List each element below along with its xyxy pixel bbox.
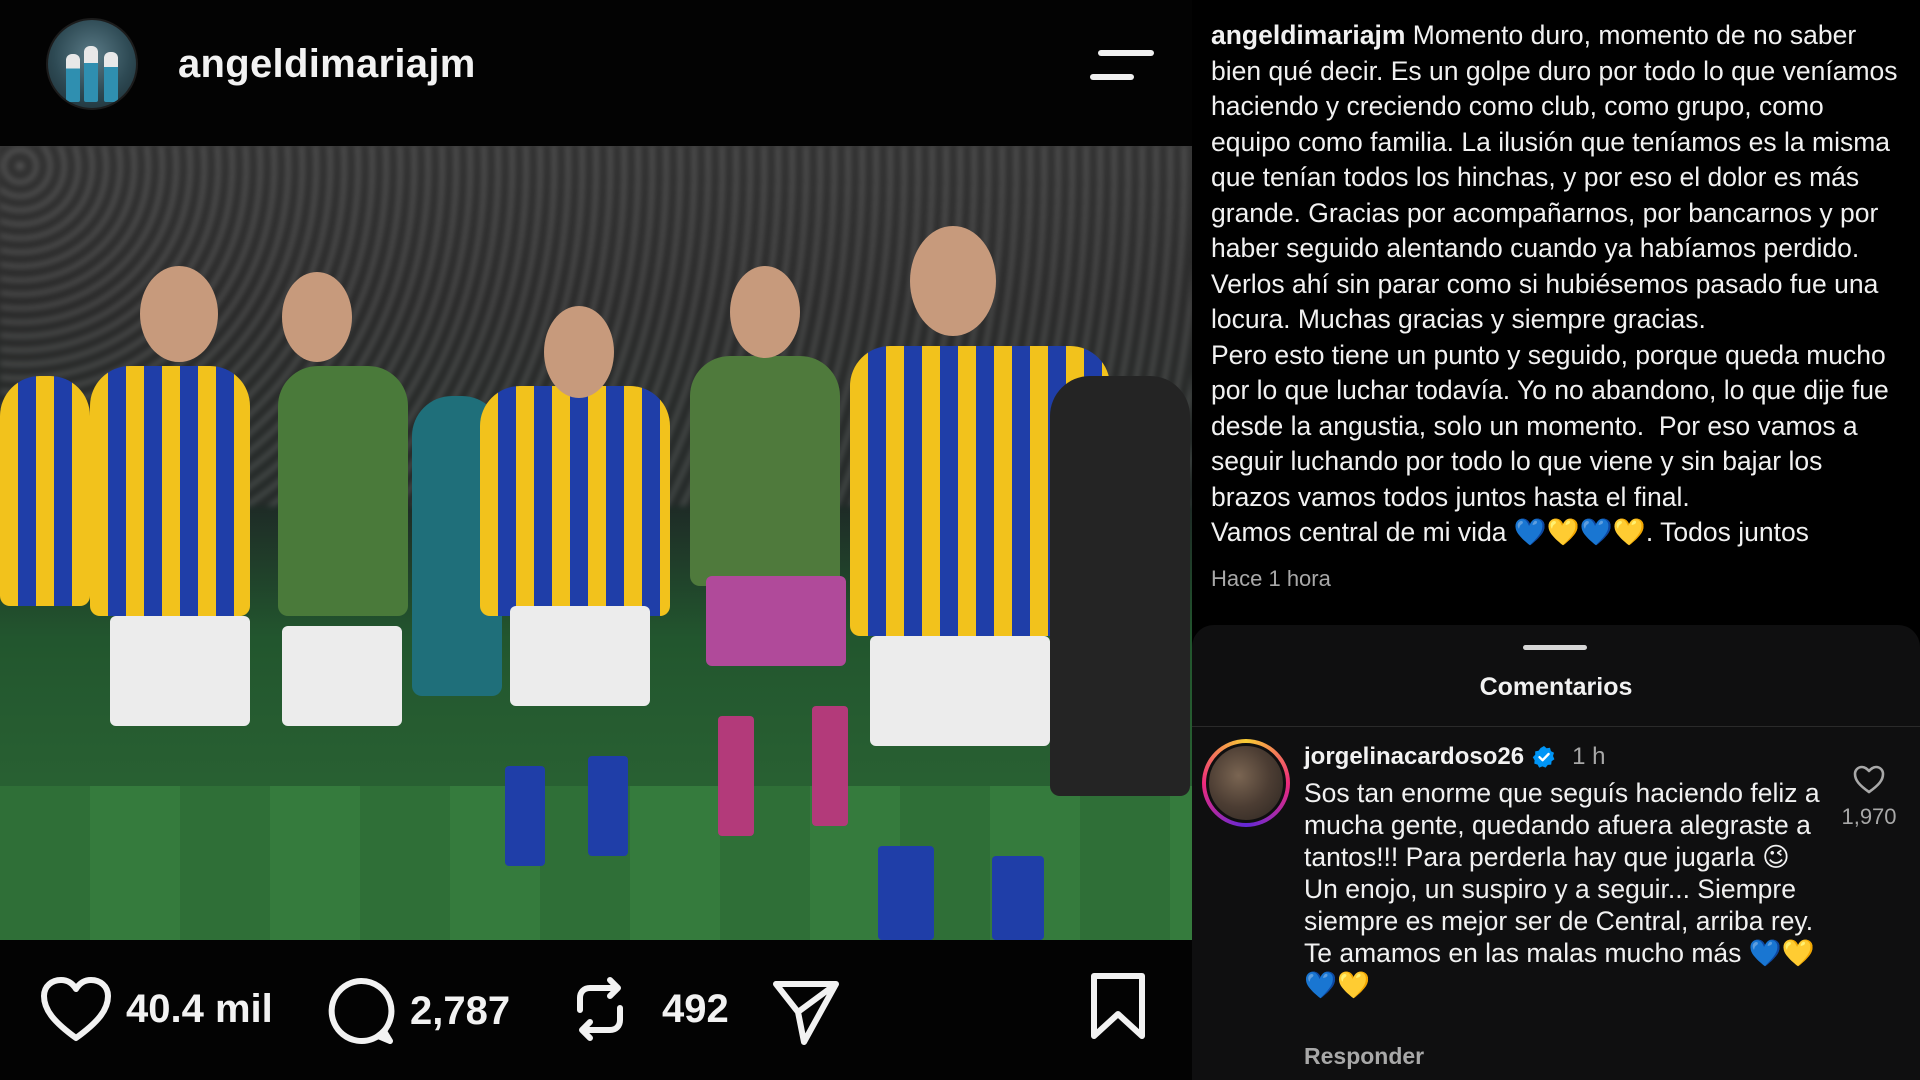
share-button[interactable]	[770, 976, 842, 1046]
avatar-figure	[104, 52, 118, 102]
photo-player-head	[730, 266, 800, 358]
photo-player	[480, 386, 670, 616]
post-panel: angeldimariajm 40.4 mil 2,787 492	[0, 0, 1192, 1080]
avatar-figure	[84, 46, 98, 102]
comments-sheet: Comentarios jorgelinacardoso26 1 h Sos t…	[1192, 625, 1920, 1080]
like-button[interactable]: 40.4 mil	[40, 976, 273, 1042]
photo-player-head	[544, 306, 614, 398]
repost-icon	[577, 977, 623, 1041]
repost-button[interactable]: 492	[570, 976, 729, 1042]
caption-body: Momento duro, momento de no saber bien q…	[1211, 20, 1898, 547]
photo-player-socks	[718, 716, 754, 836]
post-author-avatar[interactable]	[46, 18, 138, 110]
menu-icon[interactable]	[1090, 46, 1154, 84]
photo-player-shorts	[110, 616, 250, 726]
sheet-drag-handle[interactable]	[1523, 645, 1587, 650]
comment-heart-icon	[1853, 765, 1885, 794]
photo-player-socks	[505, 766, 545, 866]
photo-player-socks	[812, 706, 848, 826]
verified-icon	[1532, 746, 1555, 768]
avatar-figure	[66, 54, 80, 102]
photo-player	[90, 366, 250, 616]
photo-player-shorts	[870, 636, 1050, 746]
photo-player-shorts	[282, 626, 402, 726]
photo-player-shorts	[706, 576, 846, 666]
photo-player-head	[140, 266, 218, 362]
photo-player	[0, 376, 90, 606]
photo-player	[278, 366, 408, 616]
caption-timestamp: Hace 1 hora	[1211, 565, 1331, 591]
comment-timestamp: 1 h	[1572, 743, 1606, 770]
commenter-username[interactable]: jorgelinacardoso26	[1304, 743, 1524, 771]
photo-player-head	[282, 272, 352, 362]
photo-player-socks	[992, 856, 1044, 940]
photo-player-socks	[588, 756, 628, 856]
caption-panel: angeldimariajm Momento duro, momento de …	[1192, 0, 1920, 625]
photo-cameraman	[1050, 376, 1190, 796]
photo-player-head	[910, 226, 996, 336]
reply-button[interactable]: Responder	[1304, 1043, 1424, 1070]
photo-player	[690, 356, 840, 586]
reposts-count: 492	[662, 986, 729, 1031]
caption-username[interactable]: angeldimariajm	[1211, 20, 1405, 50]
post-header: angeldimariajm	[0, 0, 1192, 146]
divider	[1192, 726, 1920, 727]
comments-title: Comentarios	[1479, 673, 1633, 701]
save-button[interactable]	[1088, 972, 1148, 1045]
comment-text: Sos tan enorme que seguís haciendo feliz…	[1304, 778, 1820, 1000]
caption-text: angeldimariajm Momento duro, momento de …	[1211, 18, 1900, 551]
likes-count: 40.4 mil	[126, 986, 273, 1031]
post-photo[interactable]	[0, 146, 1192, 940]
comment-like-button[interactable]: 1,970	[1824, 765, 1914, 830]
post-actions: 40.4 mil 2,787 492	[0, 940, 1192, 1080]
comments-count: 2,787	[410, 988, 511, 1033]
heart-icon	[41, 977, 111, 1041]
photo-player-shorts	[510, 606, 650, 706]
comment-likes-count: 1,970	[1841, 804, 1897, 829]
bookmark-icon	[1091, 973, 1145, 1039]
commenter-avatar[interactable]	[1202, 739, 1290, 827]
comment-header: jorgelinacardoso26 1 h	[1304, 743, 1605, 771]
post-author-username[interactable]: angeldimariajm	[178, 42, 476, 87]
photo-player-socks	[878, 846, 934, 940]
share-icon	[773, 981, 839, 1045]
comment-button[interactable]: 2,787	[326, 976, 510, 1046]
comment-icon	[328, 977, 395, 1044]
